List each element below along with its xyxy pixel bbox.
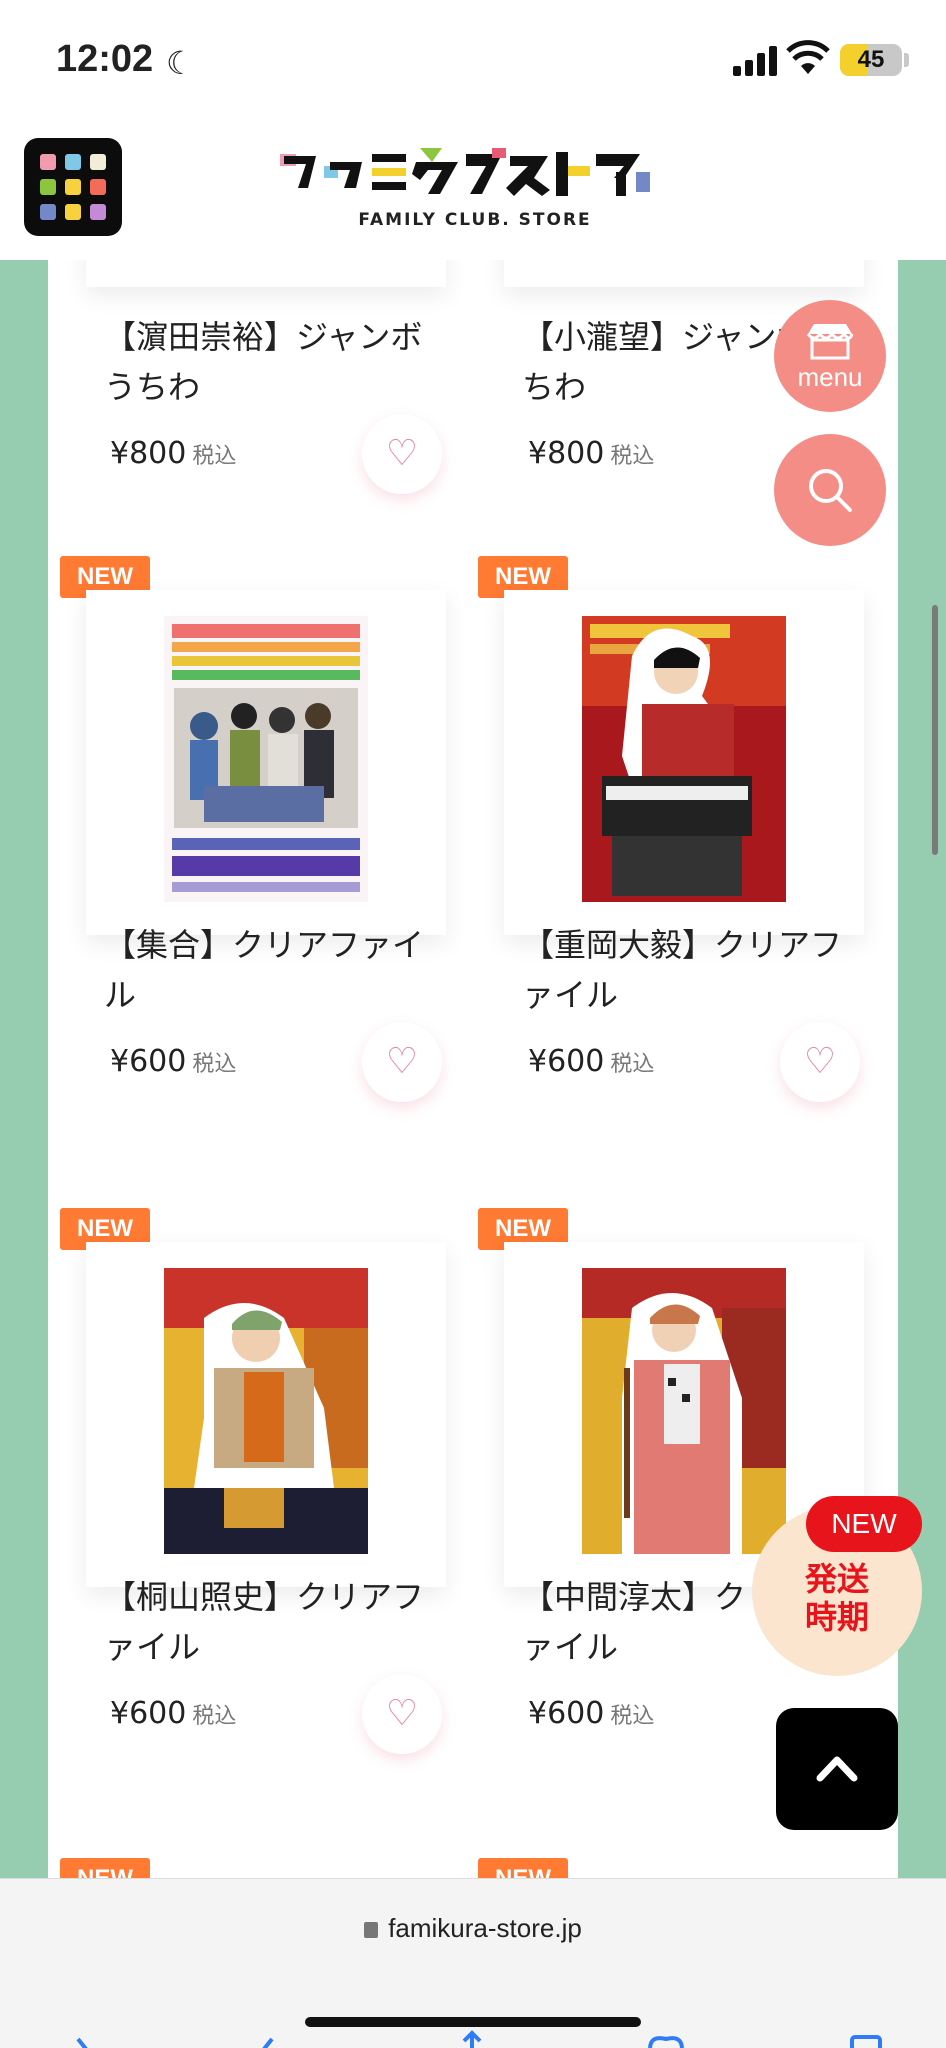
product-name[interactable]: 【桐山照史】クリアファイル — [104, 1572, 434, 1672]
favorite-heart-icon[interactable]: ♡ — [362, 1022, 442, 1102]
category-menu-button[interactable] — [24, 138, 122, 236]
tax-label: 税込 — [192, 444, 237, 469]
tax-label: 税込 — [192, 1052, 237, 1077]
product-name[interactable]: 【重岡大毅】クリアファイル — [522, 920, 852, 1020]
price-value: ¥800 — [110, 436, 187, 471]
product-price: ¥600 税込 — [528, 1696, 654, 1731]
scrollbar[interactable] — [932, 605, 938, 855]
tax-label: 税込 — [610, 1704, 655, 1729]
shipping-schedule-button[interactable]: NEW 発送 時期 — [752, 1496, 922, 1676]
page-background-left — [0, 260, 48, 1880]
product-image[interactable] — [504, 260, 864, 287]
nakama-clear-file-art — [582, 1268, 786, 1554]
product-image[interactable] — [86, 590, 446, 935]
product-name[interactable]: 【濵田崇裕】ジャンボうちわ — [104, 312, 434, 412]
wifi-icon — [786, 40, 830, 74]
tabs-icon[interactable] — [846, 2029, 886, 2048]
status-bar: 12:02 ☾ 45 — [0, 0, 946, 120]
favorite-heart-icon[interactable]: ♡ — [362, 1674, 442, 1754]
new-badge: NEW — [478, 1858, 568, 1880]
browser-address-bar[interactable]: famikura-store.jp — [0, 1878, 946, 2048]
cellular-signal-icon — [733, 44, 777, 76]
price-value: ¥600 — [110, 1696, 187, 1731]
tax-label: 税込 — [610, 1052, 655, 1077]
clock: 12:02 — [56, 38, 154, 80]
group-clear-file-art — [164, 616, 368, 902]
lock-icon — [364, 1922, 379, 1938]
product-price: ¥600 税込 — [110, 1696, 236, 1731]
product-price: ¥600 税込 — [110, 1044, 236, 1079]
tax-label: 税込 — [610, 444, 655, 469]
scroll-to-top-button[interactable] — [776, 1708, 898, 1830]
product-image[interactable] — [86, 260, 446, 287]
product-price: ¥800 税込 — [528, 436, 654, 471]
tax-label: 税込 — [192, 1704, 237, 1729]
logo-subtitle: FAMILY CLUB. STORE — [358, 210, 592, 230]
search-icon — [809, 469, 852, 512]
product-name[interactable]: 【集合】クリアファイル — [104, 920, 434, 1020]
battery-icon: 45 — [840, 44, 902, 76]
shipping-new-badge: NEW — [806, 1496, 922, 1552]
bookmarks-icon[interactable] — [646, 2029, 686, 2048]
product-price: ¥800 税込 — [110, 436, 236, 471]
chevron-up-icon — [816, 1756, 858, 1782]
shop-icon — [806, 324, 854, 360]
shigeoka-clear-file-art — [582, 616, 786, 902]
share-icon[interactable] — [452, 2029, 492, 2048]
price-value: ¥600 — [528, 1696, 605, 1731]
new-badge: NEW — [60, 1858, 150, 1880]
price-value: ¥600 — [110, 1044, 187, 1079]
forward-icon[interactable] — [250, 2029, 290, 2048]
floating-search-button[interactable] — [774, 434, 886, 546]
favorite-heart-icon[interactable]: ♡ — [362, 414, 442, 494]
store-logo[interactable] — [280, 148, 670, 196]
battery-nub — [904, 53, 909, 67]
favorite-heart-icon[interactable]: ♡ — [780, 1022, 860, 1102]
site-header: FAMILY CLUB. STORE — [0, 120, 946, 260]
product-price: ¥600 税込 — [528, 1044, 654, 1079]
price-value: ¥600 — [528, 1044, 605, 1079]
address[interactable]: famikura-store.jp — [0, 1913, 946, 1944]
kiriyama-clear-file-art — [164, 1268, 368, 1554]
battery-percent: 45 — [857, 46, 885, 73]
back-icon[interactable] — [60, 2029, 100, 2048]
url-text: famikura-store.jp — [388, 1913, 582, 1943]
price-value: ¥800 — [528, 436, 605, 471]
floating-menu-button[interactable]: menu — [774, 300, 886, 412]
shipping-label-line1: 発送 — [804, 1560, 869, 1598]
menu-label: menu — [797, 362, 863, 392]
shipping-label: 発送 時期 — [752, 1560, 922, 1636]
moon-icon: ☾ — [166, 44, 195, 82]
home-indicator[interactable] — [305, 2017, 641, 2027]
shipping-label-line2: 時期 — [804, 1598, 869, 1636]
product-image[interactable] — [86, 1242, 446, 1587]
product-image[interactable] — [504, 590, 864, 935]
